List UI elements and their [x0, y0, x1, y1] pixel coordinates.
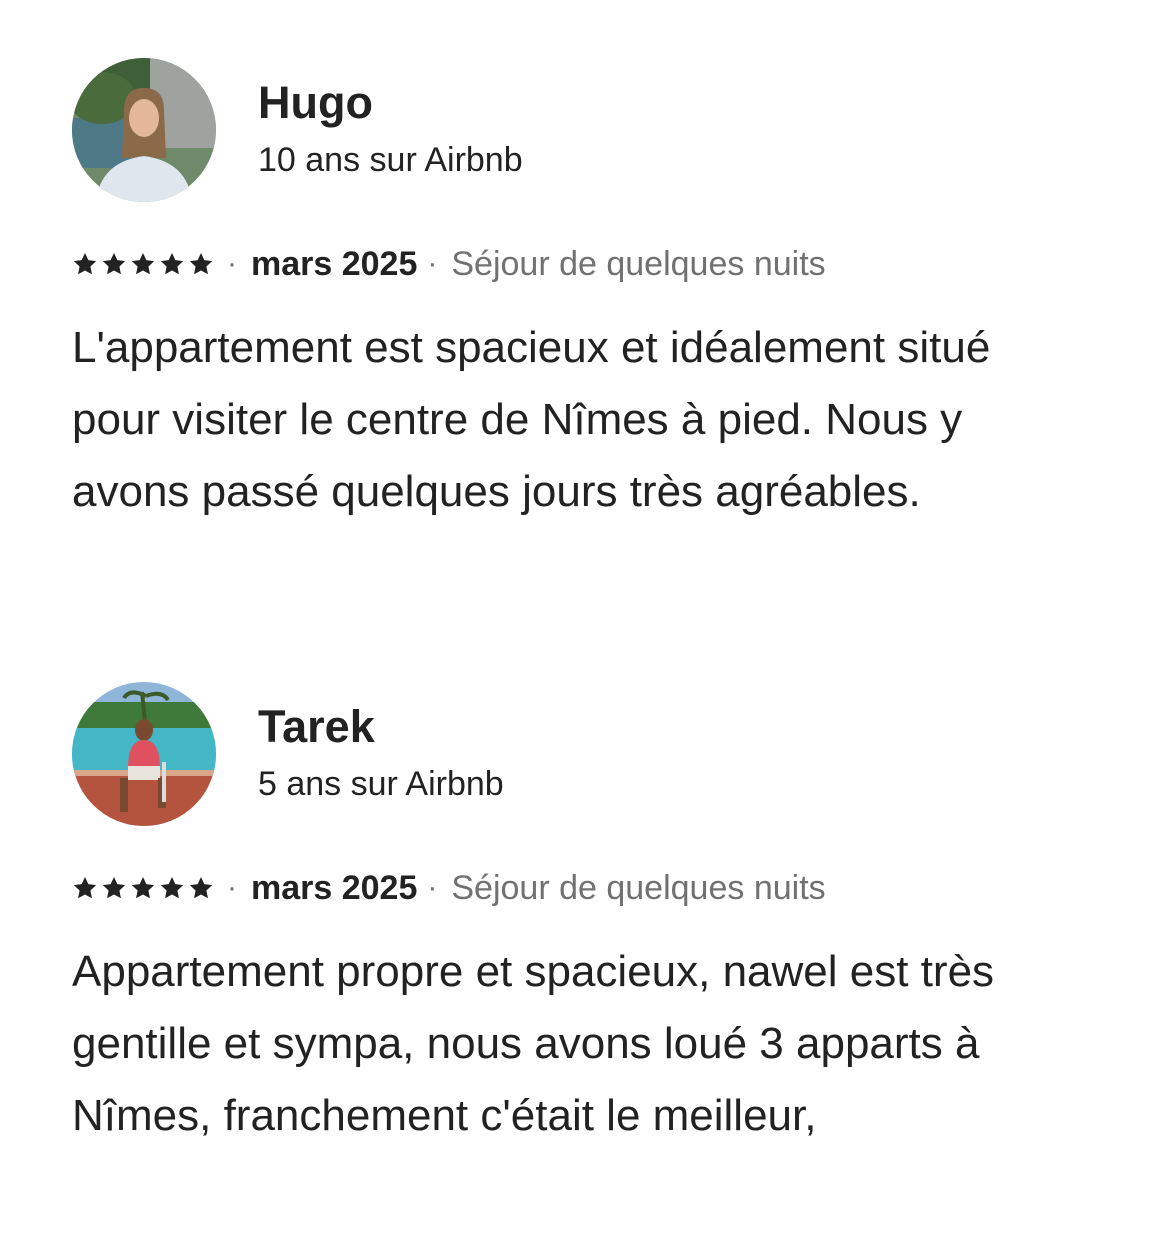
review-meta: · mars 2025 · Séjour de quelques nuits	[72, 866, 1112, 910]
star-icon	[72, 251, 98, 277]
avatar[interactable]	[72, 58, 216, 202]
avatar-photo-tarek	[72, 682, 216, 826]
separator-dot: ·	[227, 871, 237, 904]
avatar-photo-hugo	[72, 58, 216, 202]
star-icon	[101, 251, 127, 277]
star-icon	[130, 875, 156, 901]
reviewer-header: Tarek 5 ans sur Airbnb	[72, 682, 1112, 826]
star-icon	[159, 251, 185, 277]
avatar[interactable]	[72, 682, 216, 826]
review-meta: · mars 2025 · Séjour de quelques nuits	[72, 242, 1112, 286]
reviewer-tenure: 5 ans sur Airbnb	[258, 765, 504, 803]
reviewer-name[interactable]: Hugo	[258, 78, 523, 128]
separator-dot: ·	[427, 247, 438, 280]
review-card: Tarek 5 ans sur Airbnb · mars 2025 · Séj…	[72, 682, 1112, 1152]
star-rating	[72, 251, 217, 277]
reviewer-name[interactable]: Tarek	[258, 702, 504, 752]
review-text: Appartement propre et spacieux, nawel es…	[72, 947, 995, 1140]
star-rating	[72, 875, 217, 901]
star-icon	[101, 875, 127, 901]
star-icon	[130, 251, 156, 277]
star-icon	[159, 875, 185, 901]
review-card: Hugo 10 ans sur Airbnb · mars 2025 · Séj…	[72, 58, 1112, 528]
separator-dot: ·	[427, 871, 438, 904]
reviewer-header: Hugo 10 ans sur Airbnb	[72, 58, 1112, 202]
review-text: L'appartement est spacieux et idéalement…	[72, 323, 991, 516]
stay-length: Séjour de quelques nuits	[451, 869, 826, 907]
star-icon	[188, 875, 214, 901]
star-icon	[72, 875, 98, 901]
review-date: mars 2025	[251, 869, 418, 907]
separator-dot: ·	[227, 247, 237, 280]
review-date: mars 2025	[251, 245, 418, 283]
star-icon	[188, 251, 214, 277]
stay-length: Séjour de quelques nuits	[451, 245, 826, 283]
reviewer-tenure: 10 ans sur Airbnb	[258, 141, 523, 179]
